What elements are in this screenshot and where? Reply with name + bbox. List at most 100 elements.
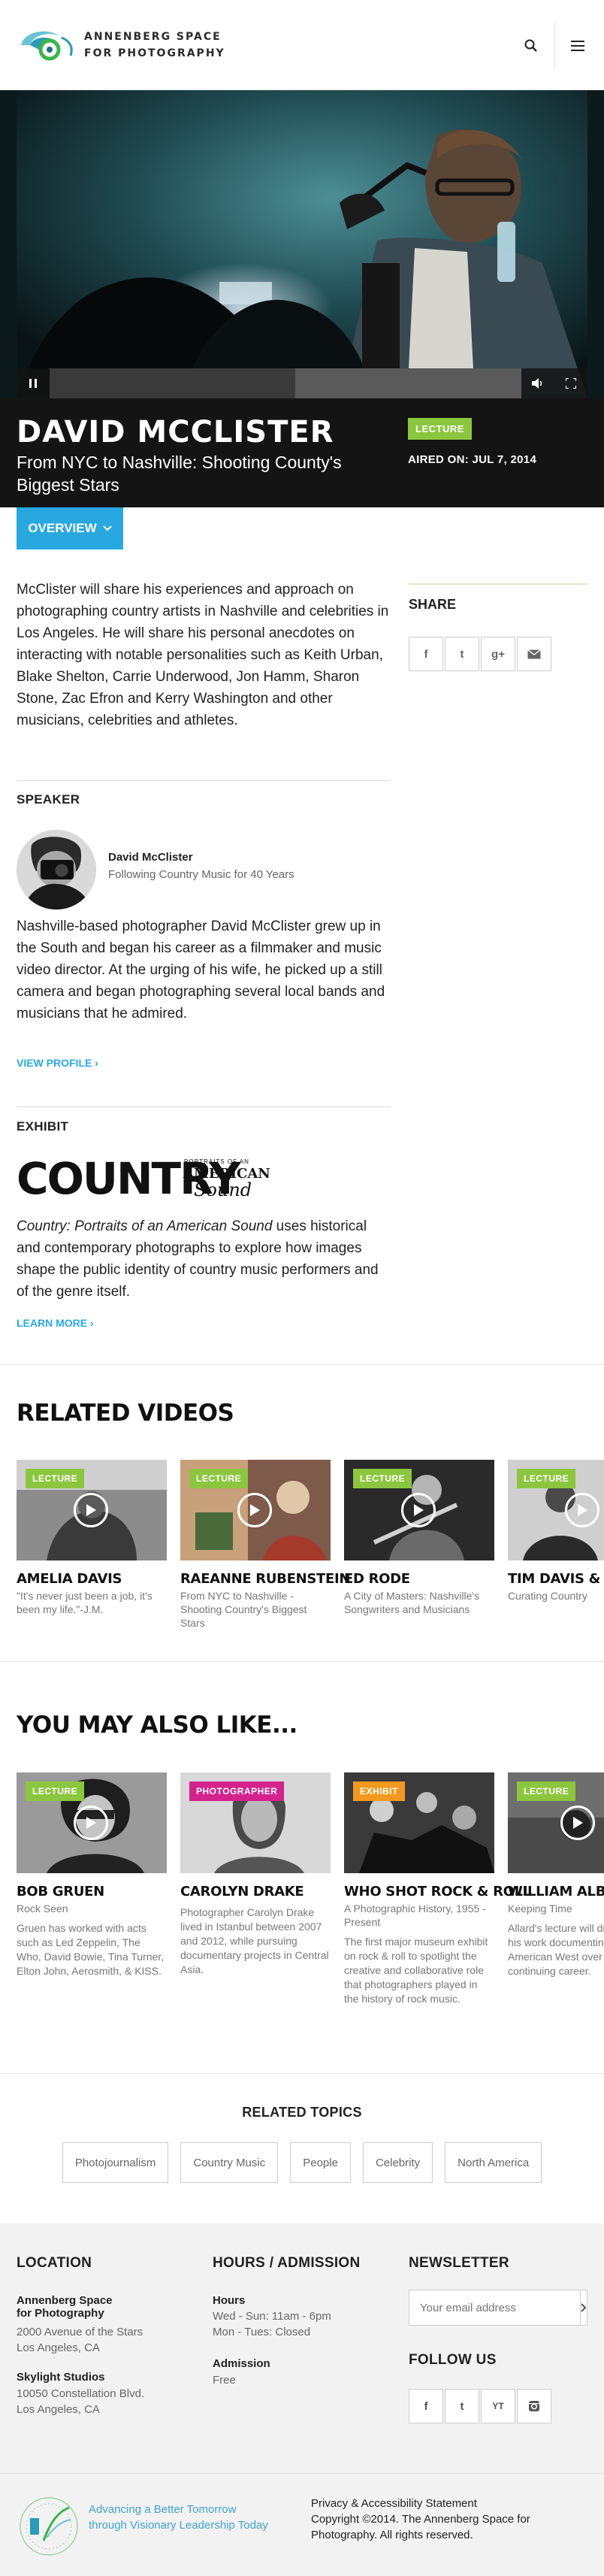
hours-label: Hours: [213, 2294, 246, 2307]
card-description: Gruen has worked with acts such as Led Z…: [17, 1922, 165, 1977]
card-title: CAROLYN DRAKE: [180, 1884, 304, 1899]
follow-heading: FOLLOW US: [409, 2352, 497, 2368]
site-logo[interactable]: ANNENBERG SPACE FOR PHOTOGRAPHY: [17, 23, 242, 68]
newsletter-email-input[interactable]: [409, 2290, 580, 2325]
related-videos-heading: RELATED VIDEOS: [17, 1400, 234, 1427]
topic-tag[interactable]: Photojournalism: [62, 2142, 169, 2183]
logo-line-1: ANNENBERG SPACE: [84, 31, 222, 43]
speaker-avatar[interactable]: [17, 830, 96, 910]
video-progress-fill: [50, 368, 295, 398]
card-subtitle: A City of Masters: Nashville's Songwrite…: [344, 1590, 480, 1615]
location-heading: LOCATION: [17, 2255, 92, 2271]
view-profile-link[interactable]: VIEW PROFILE ›: [17, 1057, 98, 1069]
search-icon: [524, 39, 537, 52]
volume-icon: [532, 378, 542, 389]
video-title-band: DAVID MCCLISTER From NYC to Nashville: S…: [0, 398, 604, 507]
share-buttons: f t g+: [409, 637, 553, 671]
topic-tag[interactable]: North America: [445, 2142, 542, 2183]
hours-line-2: Mon - Tues: Closed: [213, 2326, 311, 2338]
menu-button[interactable]: [565, 33, 590, 59]
overview-tab[interactable]: OVERVIEW: [17, 507, 123, 549]
video-frame[interactable]: [17, 90, 587, 398]
play-button[interactable]: [237, 1493, 272, 1527]
play-button[interactable]: [565, 1493, 599, 1527]
share-googleplus-button[interactable]: g+: [481, 637, 515, 671]
anniversary-seal-logo: [20, 2497, 78, 2556]
logo-wordmark: ANNENBERG SPACE FOR PHOTOGRAPHY: [84, 29, 225, 62]
card-title: ED RODE: [344, 1571, 410, 1587]
also-like-thumbnail: EXHIBIT: [344, 1772, 494, 1873]
also-like-card[interactable]: PHOTOGRAPHER CAROLYN DRAKE Photographer …: [180, 1772, 331, 1977]
video-player[interactable]: [0, 90, 604, 398]
exhibit-badge: EXHIBIT: [353, 1781, 405, 1801]
topic-tag[interactable]: Celebrity: [362, 2142, 433, 2183]
play-icon: [86, 1504, 96, 1516]
also-like-card[interactable]: EXHIBIT WHO SHOT ROCK & ROLL A Photograp…: [344, 1772, 531, 2006]
newsletter-submit-button[interactable]: [580, 2290, 587, 2325]
play-button[interactable]: [560, 1806, 595, 1840]
logo-line-2: FOR PHOTOGRAPHY: [84, 47, 225, 59]
card-description: Allard's lecture will draw upon his work…: [508, 1922, 604, 1977]
card-title: TIM DAVIS & MIC: [508, 1571, 604, 1587]
also-like-card[interactable]: LECTURE BOB GRUEN Rock Seen Gruen has wo…: [17, 1772, 167, 1978]
fullscreen-button[interactable]: [554, 368, 587, 398]
site-header: ANNENBERG SPACE FOR PHOTOGRAPHY: [0, 0, 604, 90]
related-video-card[interactable]: LECTURE AMELIA DAVIS "It's never just be…: [17, 1460, 167, 1616]
chevron-right-icon: ›: [95, 1057, 98, 1069]
search-button[interactable]: [518, 33, 544, 59]
related-video-card[interactable]: LECTURE ED RODE A City of Masters: Nashv…: [344, 1460, 494, 1616]
header-divider: [554, 23, 555, 68]
share-email-button[interactable]: [517, 637, 551, 671]
instagram-icon: [529, 2401, 539, 2411]
play-icon: [573, 1817, 583, 1829]
play-button[interactable]: [74, 1493, 108, 1527]
related-video-card[interactable]: LECTURE RAEANNE RUBENSTEIN From NYC to N…: [180, 1460, 350, 1630]
follow-facebook-button[interactable]: f: [409, 2389, 443, 2423]
section-divider: [17, 1106, 391, 1107]
learn-more-link[interactable]: LEARN MORE ›: [17, 1317, 94, 1329]
related-topics-list: Photojournalism Country Music People Cel…: [0, 2142, 604, 2183]
play-icon: [86, 1817, 96, 1829]
footer-tagline: Advancing a Better Tomorrow through Visio…: [89, 2502, 268, 2533]
play-icon: [578, 1504, 587, 1516]
share-facebook-button[interactable]: f: [409, 637, 443, 671]
lecture-badge: LECTURE: [408, 418, 472, 440]
share-twitter-button[interactable]: t: [445, 637, 479, 671]
footer-legal: Privacy & Accessibility Statement Copyri…: [311, 2496, 589, 2543]
hours-heading: HOURS / ADMISSION: [213, 2255, 361, 2271]
overview-tab-label: OVERVIEW: [28, 521, 97, 535]
topic-tag[interactable]: People: [290, 2142, 351, 2183]
newsletter-form: [409, 2290, 587, 2326]
follow-twitter-button[interactable]: t: [445, 2389, 479, 2423]
exhibit-title: Country: Portraits of an American Sound: [17, 1218, 273, 1234]
fullscreen-icon: [566, 378, 576, 389]
related-video-thumbnail: LECTURE: [180, 1460, 331, 1560]
exhibit-logo[interactable]: COUNTRY PORTRAITS OF AN AMERICAN Sound: [17, 1154, 270, 1206]
related-video-card[interactable]: LECTURE TIM DAVIS & MIC Curating Country: [508, 1460, 604, 1603]
pause-button[interactable]: [17, 368, 50, 398]
exhibit-description: Country: Portraits of an American Sound …: [17, 1215, 392, 1303]
admission-label: Admission: [213, 2357, 270, 2370]
google-plus-icon: g+: [491, 647, 505, 661]
play-button[interactable]: [401, 1493, 436, 1527]
follow-instagram-button[interactable]: [517, 2389, 551, 2423]
speaker-name[interactable]: David McClister: [108, 851, 193, 864]
volume-button[interactable]: [521, 368, 554, 398]
privacy-link[interactable]: Privacy & Accessibility Statement: [311, 2496, 589, 2511]
video-subtitle: From NYC to Nashville: Shooting County's…: [17, 453, 342, 495]
lecture-badge: LECTURE: [517, 1469, 576, 1488]
topic-tag[interactable]: Country Music: [180, 2142, 279, 2183]
card-subtitle: From NYC to Nashville - Shooting Country…: [180, 1590, 307, 1629]
venue-2-address: 10050 Constellation Blvd. Los Angeles, CA: [17, 2386, 144, 2417]
section-border: [0, 1661, 604, 1662]
mail-icon: [527, 649, 541, 658]
speaker-role: Following Country Music for 40 Years: [108, 868, 294, 881]
also-like-card[interactable]: LECTURE WILLIAM ALBERT Keeping Time Alla…: [508, 1772, 604, 1978]
follow-youtube-button[interactable]: YT: [481, 2389, 515, 2423]
card-title: WILLIAM ALBERT: [508, 1884, 604, 1899]
card-subtitle: Keeping Time: [508, 1902, 572, 1915]
card-subtitle: Curating Country: [508, 1590, 587, 1602]
play-button[interactable]: [74, 1806, 108, 1840]
youtube-icon: YT: [492, 2401, 504, 2411]
video-progress-bar[interactable]: [50, 368, 521, 398]
